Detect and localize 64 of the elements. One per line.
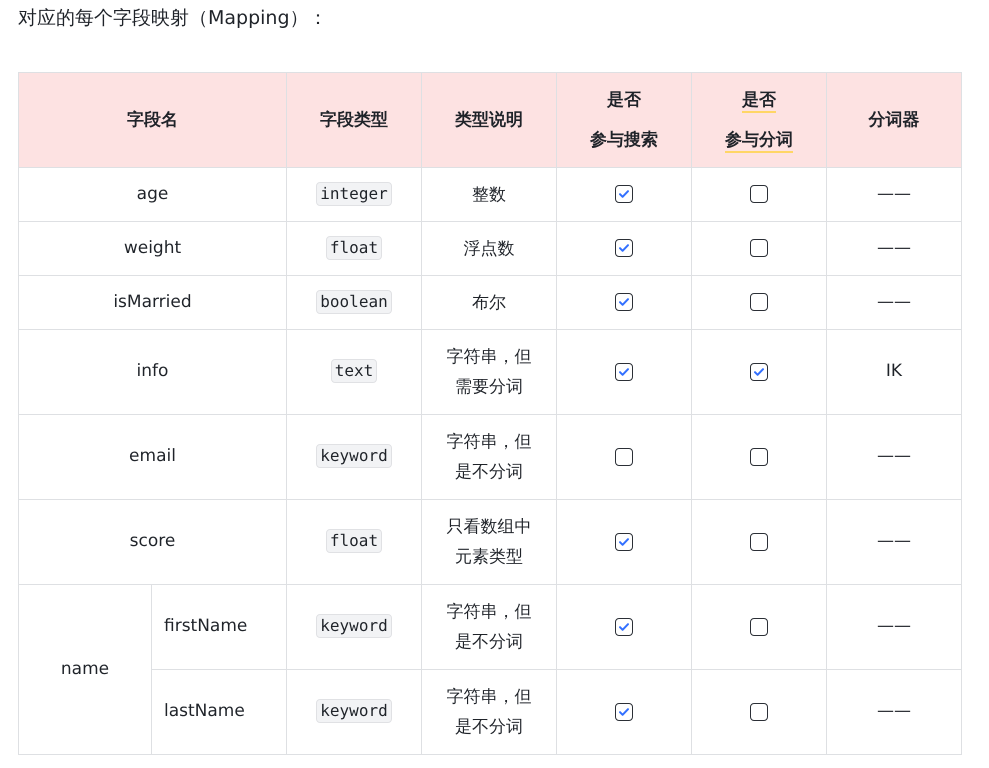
checkbox[interactable] <box>615 702 633 721</box>
checkbox[interactable] <box>750 618 768 636</box>
check-icon <box>618 706 630 718</box>
checkbox[interactable] <box>615 362 633 381</box>
checkbox[interactable] <box>750 448 768 466</box>
checkbox[interactable] <box>615 239 633 258</box>
column-header: 字段名 <box>127 109 178 132</box>
analyzer-text: —— <box>877 238 911 258</box>
type-code: float <box>326 529 382 554</box>
column-header: 是否 参与分词 <box>725 89 793 152</box>
description-text: 只看数组中元素类型 <box>445 516 532 569</box>
type-code: keyword <box>316 444 392 468</box>
section-heading: 对应的每个字段映射（Mapping）： <box>17 6 329 31</box>
type-code: keyword <box>316 614 392 638</box>
column-header: 是否 参与搜索 <box>590 89 658 152</box>
description-text: 字符串，但是不分词 <box>445 686 532 739</box>
description-text: 布尔 <box>470 292 507 314</box>
check-icon <box>618 366 630 378</box>
column-header: 类型说明 <box>455 109 523 132</box>
checkbox[interactable] <box>750 185 768 204</box>
checkbox[interactable] <box>615 448 633 466</box>
check-icon <box>618 242 630 254</box>
field-name: firstName <box>164 616 248 636</box>
checkbox[interactable] <box>615 618 633 636</box>
analyzer-text: —— <box>877 616 911 636</box>
type-code: boolean <box>316 290 392 314</box>
analyzer-text: IK <box>886 361 902 382</box>
analyzer-text: —— <box>877 292 911 312</box>
type-code: float <box>326 236 382 260</box>
column-header: 字段类型 <box>320 109 388 132</box>
analyzer-text: —— <box>877 184 911 204</box>
type-code: text <box>330 359 378 384</box>
field-name: weight <box>124 238 182 258</box>
description-text: 字符串，但需要分词 <box>445 346 532 399</box>
description-text: 字符串，但是不分词 <box>445 431 532 484</box>
field-name: info <box>136 361 168 382</box>
field-name: age <box>136 184 168 204</box>
analyzer-text: —— <box>877 701 911 722</box>
field-name: name <box>60 658 110 679</box>
description-text: 整数 <box>470 184 507 206</box>
checkbox[interactable] <box>615 532 633 551</box>
analyzer-text: —— <box>877 446 911 466</box>
checkbox[interactable] <box>750 702 768 721</box>
checkbox[interactable] <box>615 185 633 204</box>
check-icon <box>618 620 630 633</box>
description-text: 浮点数 <box>462 238 516 260</box>
checkbox[interactable] <box>750 293 768 312</box>
check-icon <box>753 366 765 378</box>
description-text: 字符串，但是不分词 <box>445 601 532 654</box>
analyzer-text: —— <box>877 531 911 552</box>
check-icon <box>618 188 630 200</box>
field-name: lastName <box>164 701 245 722</box>
check-icon <box>618 296 630 308</box>
checkbox[interactable] <box>750 362 768 381</box>
checkbox[interactable] <box>750 532 768 551</box>
type-code: keyword <box>316 699 392 724</box>
checkbox[interactable] <box>750 239 768 258</box>
check-icon <box>618 536 630 548</box>
field-name: isMarried <box>113 292 192 312</box>
checkbox[interactable] <box>615 293 633 312</box>
column-header: 分词器 <box>868 109 920 132</box>
field-name: email <box>129 446 176 466</box>
field-name: score <box>130 531 176 552</box>
type-code: integer <box>316 182 392 206</box>
